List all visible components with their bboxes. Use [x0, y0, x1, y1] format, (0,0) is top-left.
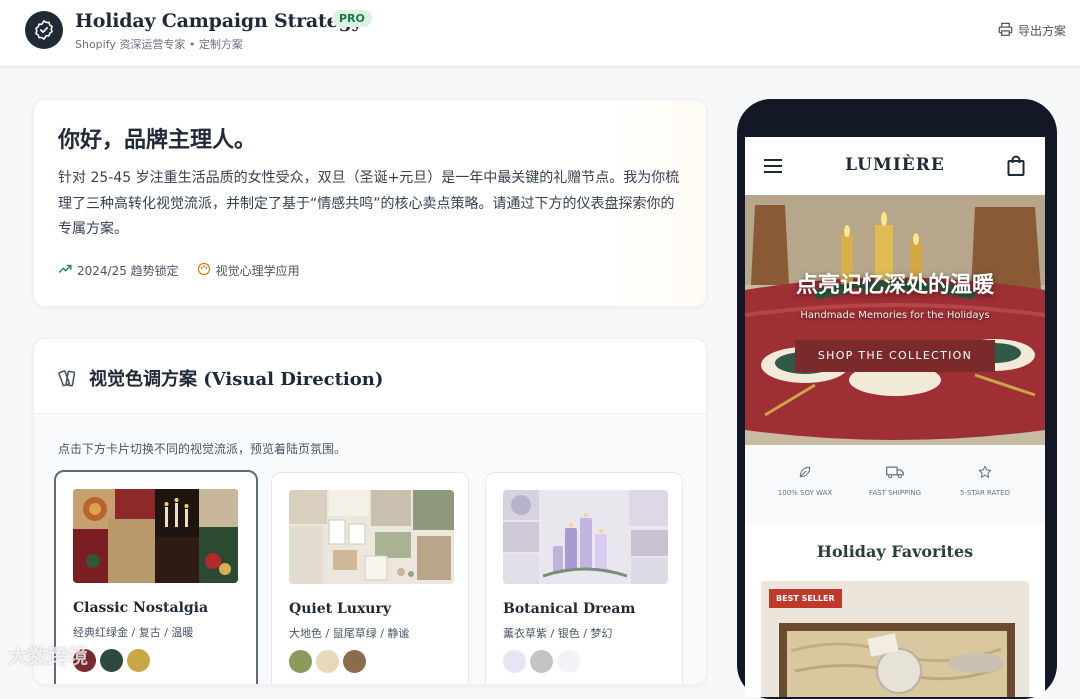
intro-card: 你好，品牌主理人。 针对 25-45 岁注重生活品质的女性受众，双旦（圣诞+元旦…: [33, 99, 707, 307]
color-swatch: [530, 650, 553, 673]
style-desc: 经典红绿金 / 复古 / 温暖: [73, 626, 194, 639]
style-card-quiet-luxury[interactable]: Quiet Luxury 大地色 / 鼠尾草绿 / 静谧: [271, 472, 469, 684]
intro-tags: 2024/25 趋势锁定 视觉心理学应用: [58, 262, 300, 279]
visual-direction-hint: 点击下方卡片切换不同的视觉流派，预览着陆页氛围。: [58, 442, 347, 456]
swatch-row: [289, 650, 366, 673]
watermark: 大数跨境: [8, 644, 88, 668]
favorites-title: Holiday Favorites: [816, 542, 974, 561]
printer-icon: [998, 22, 1013, 39]
shop-collection-button[interactable]: SHOP THE COLLECTION: [795, 340, 995, 372]
store-hero: 点亮记忆深处的温暖 Handmade Memories for the Holi…: [745, 195, 1045, 445]
intro-body: 针对 25-45 岁注重生活品质的女性受众，双旦（圣诞+元旦）是一年中最关键的礼…: [58, 170, 680, 237]
phone-preview: LUMIÈRE 点亮记忆深处的温暖 Handmade Memories for …: [737, 99, 1057, 699]
visual-direction-header: 视觉色调方案 (Visual Direction): [34, 339, 706, 414]
app-title: Holiday Campaign Strategy: [75, 10, 363, 32]
hero-subtitle: Handmade Memories for the Holidays: [800, 310, 990, 321]
color-swatch: [100, 649, 123, 672]
pro-badge: PRO: [332, 10, 372, 27]
swatch-book-icon: [58, 367, 80, 393]
shopping-bag-icon[interactable]: [1007, 155, 1025, 181]
feature-five-star: 5-STAR RATED: [935, 465, 1035, 497]
color-swatch: [557, 650, 580, 673]
color-swatch: [343, 650, 366, 673]
phone-screen: LUMIÈRE 点亮记忆深处的温暖 Handmade Memories for …: [745, 137, 1045, 697]
style-name: Botanical Dream: [503, 601, 636, 617]
botanical-dream-moodboard: [503, 490, 668, 584]
visual-direction-title: 视觉色调方案 (Visual Direction): [89, 369, 384, 390]
trending-up-icon: [58, 263, 72, 278]
palette-icon: [197, 262, 211, 279]
feature-fast-shipping: FAST SHIPPING: [845, 465, 945, 497]
leaf-icon: [755, 465, 855, 481]
color-swatch: [127, 649, 150, 672]
badge-check-icon: [25, 11, 63, 49]
feature-strip: 100% SOY WAX FAST SHIPPING 5-STAR RATED: [745, 445, 1045, 523]
export-button[interactable]: 导出方案: [998, 22, 1066, 39]
product-card[interactable]: BEST SELLER: [761, 581, 1029, 697]
store-navbar: LUMIÈRE: [745, 137, 1045, 195]
style-card-botanical-dream[interactable]: Botanical Dream 薰衣草紫 / 银色 / 梦幻: [485, 472, 683, 684]
hero-title: 点亮记忆深处的温暖: [795, 272, 994, 298]
feature-soy-wax: 100% SOY WAX: [755, 465, 855, 497]
style-name: Quiet Luxury: [289, 601, 391, 617]
style-desc: 薰衣草紫 / 银色 / 梦幻: [503, 627, 613, 640]
visual-direction-card: 视觉色调方案 (Visual Direction) 点击下方卡片切换不同的视觉流…: [33, 338, 707, 685]
quiet-luxury-moodboard: [289, 490, 454, 584]
visual-direction-body: 点击下方卡片切换不同的视觉流派，预览着陆页氛围。 Classic Nostalg…: [34, 414, 706, 684]
store-brand: LUMIÈRE: [845, 155, 945, 175]
color-swatch: [289, 650, 312, 673]
greeting-heading: 你好，品牌主理人。: [58, 127, 257, 153]
tag-trend: 2024/25 趋势锁定: [58, 262, 179, 279]
star-icon: [935, 465, 1035, 481]
swatch-row: [503, 650, 580, 673]
export-label: 导出方案: [1017, 24, 1066, 38]
truck-icon: [845, 465, 945, 481]
app-header: Holiday Campaign Strategy PRO Shopify 资深…: [0, 0, 1080, 67]
style-name: Classic Nostalgia: [73, 600, 209, 616]
style-desc: 大地色 / 鼠尾草绿 / 静谧: [289, 627, 410, 640]
color-swatch: [316, 650, 339, 673]
app-subtitle: Shopify 资深运营专家 • 定制方案: [75, 38, 243, 51]
color-swatch: [503, 650, 526, 673]
tag-psychology: 视觉心理学应用: [197, 262, 300, 279]
classic-nostalgia-moodboard: [73, 489, 238, 583]
best-seller-badge: BEST SELLER: [769, 589, 842, 608]
